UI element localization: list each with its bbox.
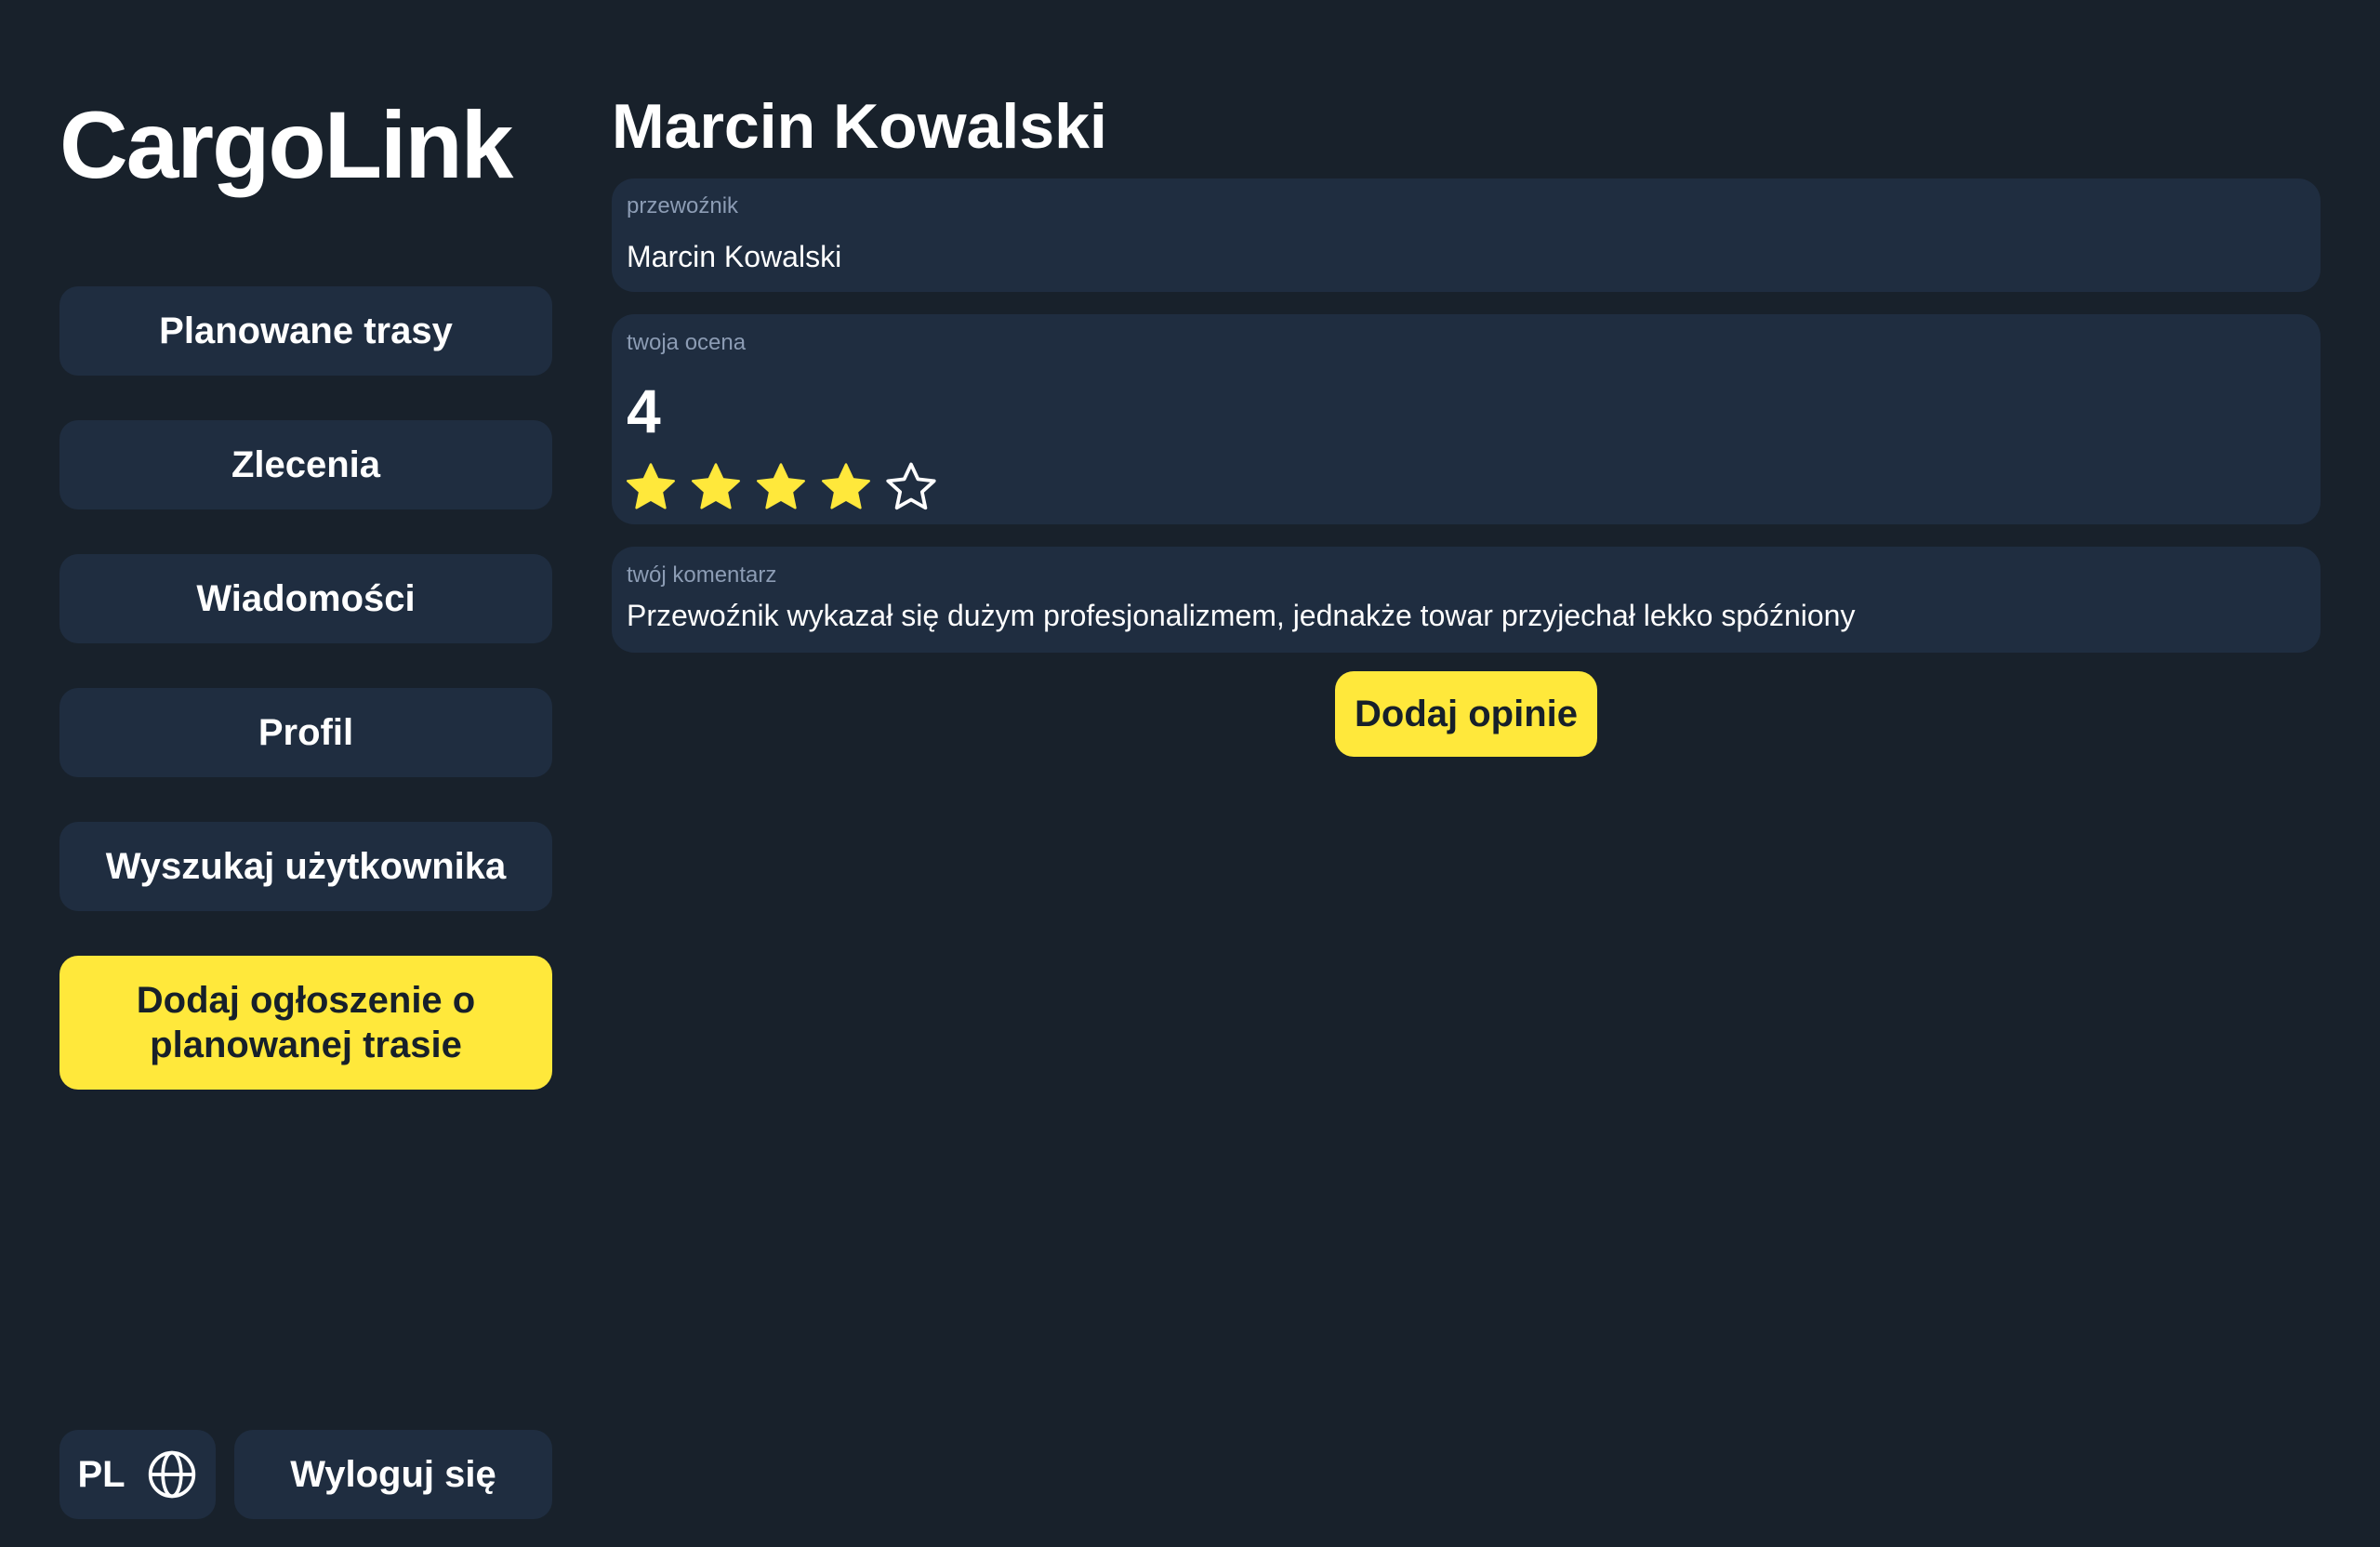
star-filled-icon[interactable]: [753, 459, 809, 515]
comment-label: twój komentarz: [627, 562, 777, 588]
nav-profile-button[interactable]: Profil: [60, 688, 552, 777]
carrier-card: przewoźnik Marcin Kowalski: [612, 178, 2320, 292]
rating-label: twoja ocena: [627, 330, 747, 355]
comment-card[interactable]: twój komentarz Przewoźnik wykazał się du…: [612, 547, 2320, 653]
page-title: Marcin Kowalski: [612, 91, 1107, 162]
app-root: CargoLink Planowane trasy Zlecenia Wiado…: [0, 0, 2380, 1547]
language-button[interactable]: PL: [60, 1430, 216, 1519]
logout-button[interactable]: Wyloguj się: [234, 1430, 552, 1519]
rating-value: 4: [627, 377, 661, 445]
star-filled-icon[interactable]: [818, 459, 874, 515]
nav-messages-button[interactable]: Wiadomości: [60, 554, 552, 643]
carrier-label: przewoźnik: [627, 193, 739, 218]
nav-search-user-button[interactable]: Wyszukaj użytkownika: [60, 822, 552, 911]
globe-icon: [148, 1450, 195, 1499]
add-review-button[interactable]: Dodaj opinie: [1335, 671, 1597, 757]
star-empty-icon[interactable]: [883, 459, 939, 515]
rating-card: twoja ocena 4: [612, 314, 2320, 524]
language-label: PL: [77, 1453, 126, 1495]
star-rating: [623, 459, 939, 515]
nav-orders-button[interactable]: Zlecenia: [60, 420, 552, 509]
comment-text[interactable]: Przewoźnik wykazał się dużym profesjonal…: [627, 597, 1855, 634]
app-logo: CargoLink: [60, 92, 513, 198]
star-filled-icon[interactable]: [623, 459, 679, 515]
add-planned-route-button[interactable]: Dodaj ogłoszenie o planowanej trasie: [60, 956, 552, 1090]
star-filled-icon[interactable]: [688, 459, 744, 515]
carrier-value: Marcin Kowalski: [627, 240, 842, 273]
nav-planned-routes-button[interactable]: Planowane trasy: [60, 286, 552, 376]
